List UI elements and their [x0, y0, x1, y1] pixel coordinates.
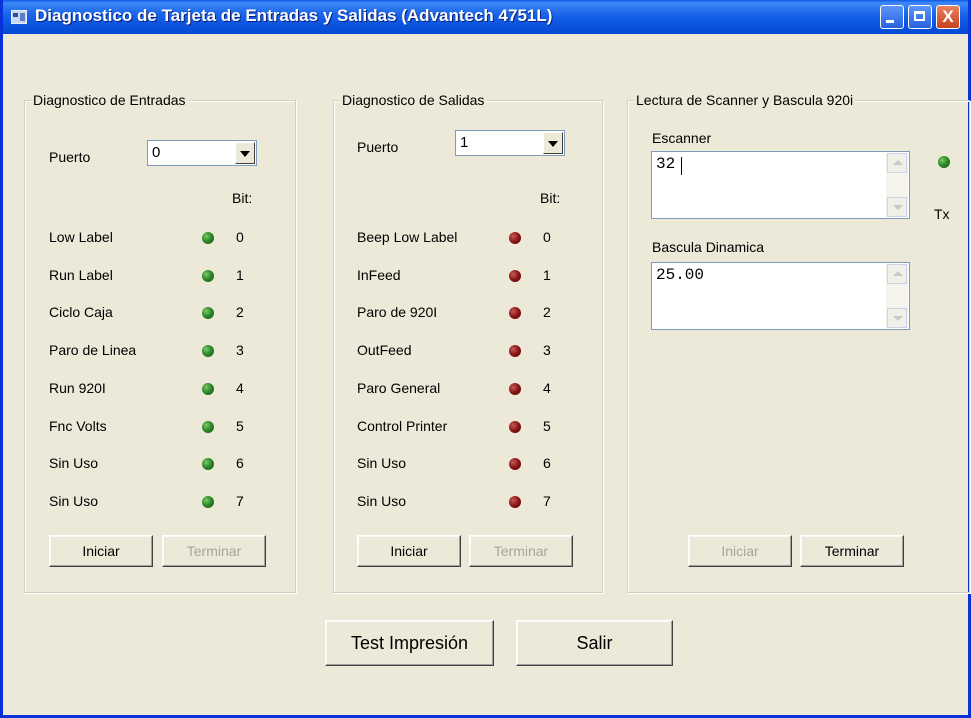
salidas-bit-number: 2	[543, 304, 551, 320]
entradas-row-label: Fnc Volts	[49, 418, 107, 434]
scroll-down-icon[interactable]	[887, 308, 907, 328]
entradas-row-label: Sin Uso	[49, 455, 99, 471]
salidas-led-indicator	[509, 270, 521, 282]
salidas-row-label: OutFeed	[357, 342, 412, 358]
entradas-led-indicator	[202, 345, 214, 357]
scroll-up-icon[interactable]	[887, 153, 907, 173]
tx-led-indicator	[938, 156, 950, 168]
scroll-down-icon[interactable]	[887, 197, 907, 217]
entradas-terminar-button[interactable]: Terminar	[162, 535, 266, 567]
salidas-led-indicator	[509, 496, 521, 508]
salidas-led-indicator	[509, 307, 521, 319]
entradas-bit-number: 0	[236, 229, 244, 245]
salidas-terminar-button[interactable]: Terminar	[469, 535, 573, 567]
salidas-puerto-value: 1	[460, 134, 469, 151]
bascula-textbox[interactable]: 25.00	[651, 262, 910, 330]
test-impresion-button[interactable]: Test Impresión	[325, 620, 494, 666]
entradas-bit-number: 6	[236, 455, 244, 471]
entradas-led-indicator	[202, 232, 214, 244]
entradas-puerto-select[interactable]: 0	[147, 140, 257, 166]
salidas-iniciar-button[interactable]: Iniciar	[357, 535, 461, 567]
entradas-led-indicator	[202, 496, 214, 508]
entradas-bit-number: 7	[236, 493, 244, 509]
entradas-title: Diagnostico de Entradas	[31, 92, 188, 108]
salir-button[interactable]: Salir	[516, 620, 673, 666]
salidas-bit-number: 3	[543, 342, 551, 358]
entradas-bit-number: 2	[236, 304, 244, 320]
bascula-scrollbar[interactable]	[886, 264, 908, 328]
entradas-row-label: Sin Uso	[49, 493, 99, 509]
salidas-title: Diagnostico de Salidas	[340, 92, 487, 108]
close-icon: X	[942, 7, 954, 26]
salidas-row-label: Sin Uso	[357, 455, 407, 471]
salidas-bit-number: 4	[543, 380, 551, 396]
entradas-row-label: Run Label	[49, 267, 113, 283]
entradas-led-indicator	[202, 270, 214, 282]
entradas-bit-number: 1	[236, 267, 244, 283]
scroll-up-icon[interactable]	[887, 264, 907, 284]
entradas-bit-number: 5	[236, 418, 244, 434]
salidas-row-label: InFeed	[357, 267, 401, 283]
entradas-led-indicator	[202, 383, 214, 395]
escanner-value: 32	[656, 155, 676, 173]
salidas-led-indicator	[509, 345, 521, 357]
entradas-led-indicator	[202, 421, 214, 433]
salidas-bit-number: 6	[543, 455, 551, 471]
entradas-led-indicator	[202, 307, 214, 319]
salidas-bit-header: Bit:	[540, 190, 561, 206]
bascula-value: 25.00	[656, 266, 705, 284]
escanner-label: Escanner	[652, 130, 712, 146]
entradas-row-label: Run 920I	[49, 380, 106, 396]
entradas-bit-number: 4	[236, 380, 244, 396]
salidas-bit-number: 0	[543, 229, 551, 245]
window-title: Diagnostico de Tarjeta de Entradas y Sal…	[35, 6, 553, 25]
main-window: Diagnostico de Tarjeta de Entradas y Sal…	[0, 0, 971, 718]
entradas-row-label: Paro de Linea	[49, 342, 137, 358]
lectura-terminar-button[interactable]: Terminar	[800, 535, 904, 567]
lectura-title: Lectura de Scanner y Bascula 920i	[634, 92, 856, 108]
escanner-scrollbar[interactable]	[886, 153, 908, 217]
close-button[interactable]: X	[936, 5, 960, 29]
salidas-puerto-label: Puerto	[357, 139, 399, 155]
salidas-bit-number: 5	[543, 418, 551, 434]
text-caret	[681, 157, 682, 175]
chevron-down-icon[interactable]	[543, 132, 563, 154]
salidas-led-indicator	[509, 458, 521, 470]
salidas-led-indicator	[509, 421, 521, 433]
escanner-textbox[interactable]: 32	[651, 151, 910, 219]
salidas-row-label: Sin Uso	[357, 493, 407, 509]
title-bar[interactable]: Diagnostico de Tarjeta de Entradas y Sal…	[3, 0, 968, 34]
lectura-iniciar-button[interactable]: Iniciar	[688, 535, 792, 567]
app-icon	[11, 10, 27, 24]
minimize-button[interactable]	[880, 5, 904, 29]
salidas-bit-number: 1	[543, 267, 551, 283]
salidas-row-label: Paro General	[357, 380, 441, 396]
entradas-iniciar-button[interactable]: Iniciar	[49, 535, 153, 567]
entradas-puerto-label: Puerto	[49, 149, 91, 165]
salidas-row-label: Beep Low Label	[357, 229, 458, 245]
entradas-led-indicator	[202, 458, 214, 470]
entradas-bit-number: 3	[236, 342, 244, 358]
bascula-label: Bascula Dinamica	[652, 239, 765, 255]
chevron-down-icon[interactable]	[235, 142, 255, 164]
entradas-puerto-value: 0	[152, 144, 161, 161]
salidas-puerto-select[interactable]: 1	[455, 130, 565, 156]
salidas-row-label: Control Printer	[357, 418, 448, 434]
salidas-row-label: Paro de 920I	[357, 304, 438, 320]
tx-label: Tx	[934, 206, 950, 222]
entradas-row-label: Low Label	[49, 229, 113, 245]
salidas-led-indicator	[509, 383, 521, 395]
maximize-button[interactable]	[908, 5, 932, 29]
salidas-bit-number: 7	[543, 493, 551, 509]
entradas-bit-header: Bit:	[232, 190, 253, 206]
entradas-row-label: Ciclo Caja	[49, 304, 113, 320]
salidas-led-indicator	[509, 232, 521, 244]
